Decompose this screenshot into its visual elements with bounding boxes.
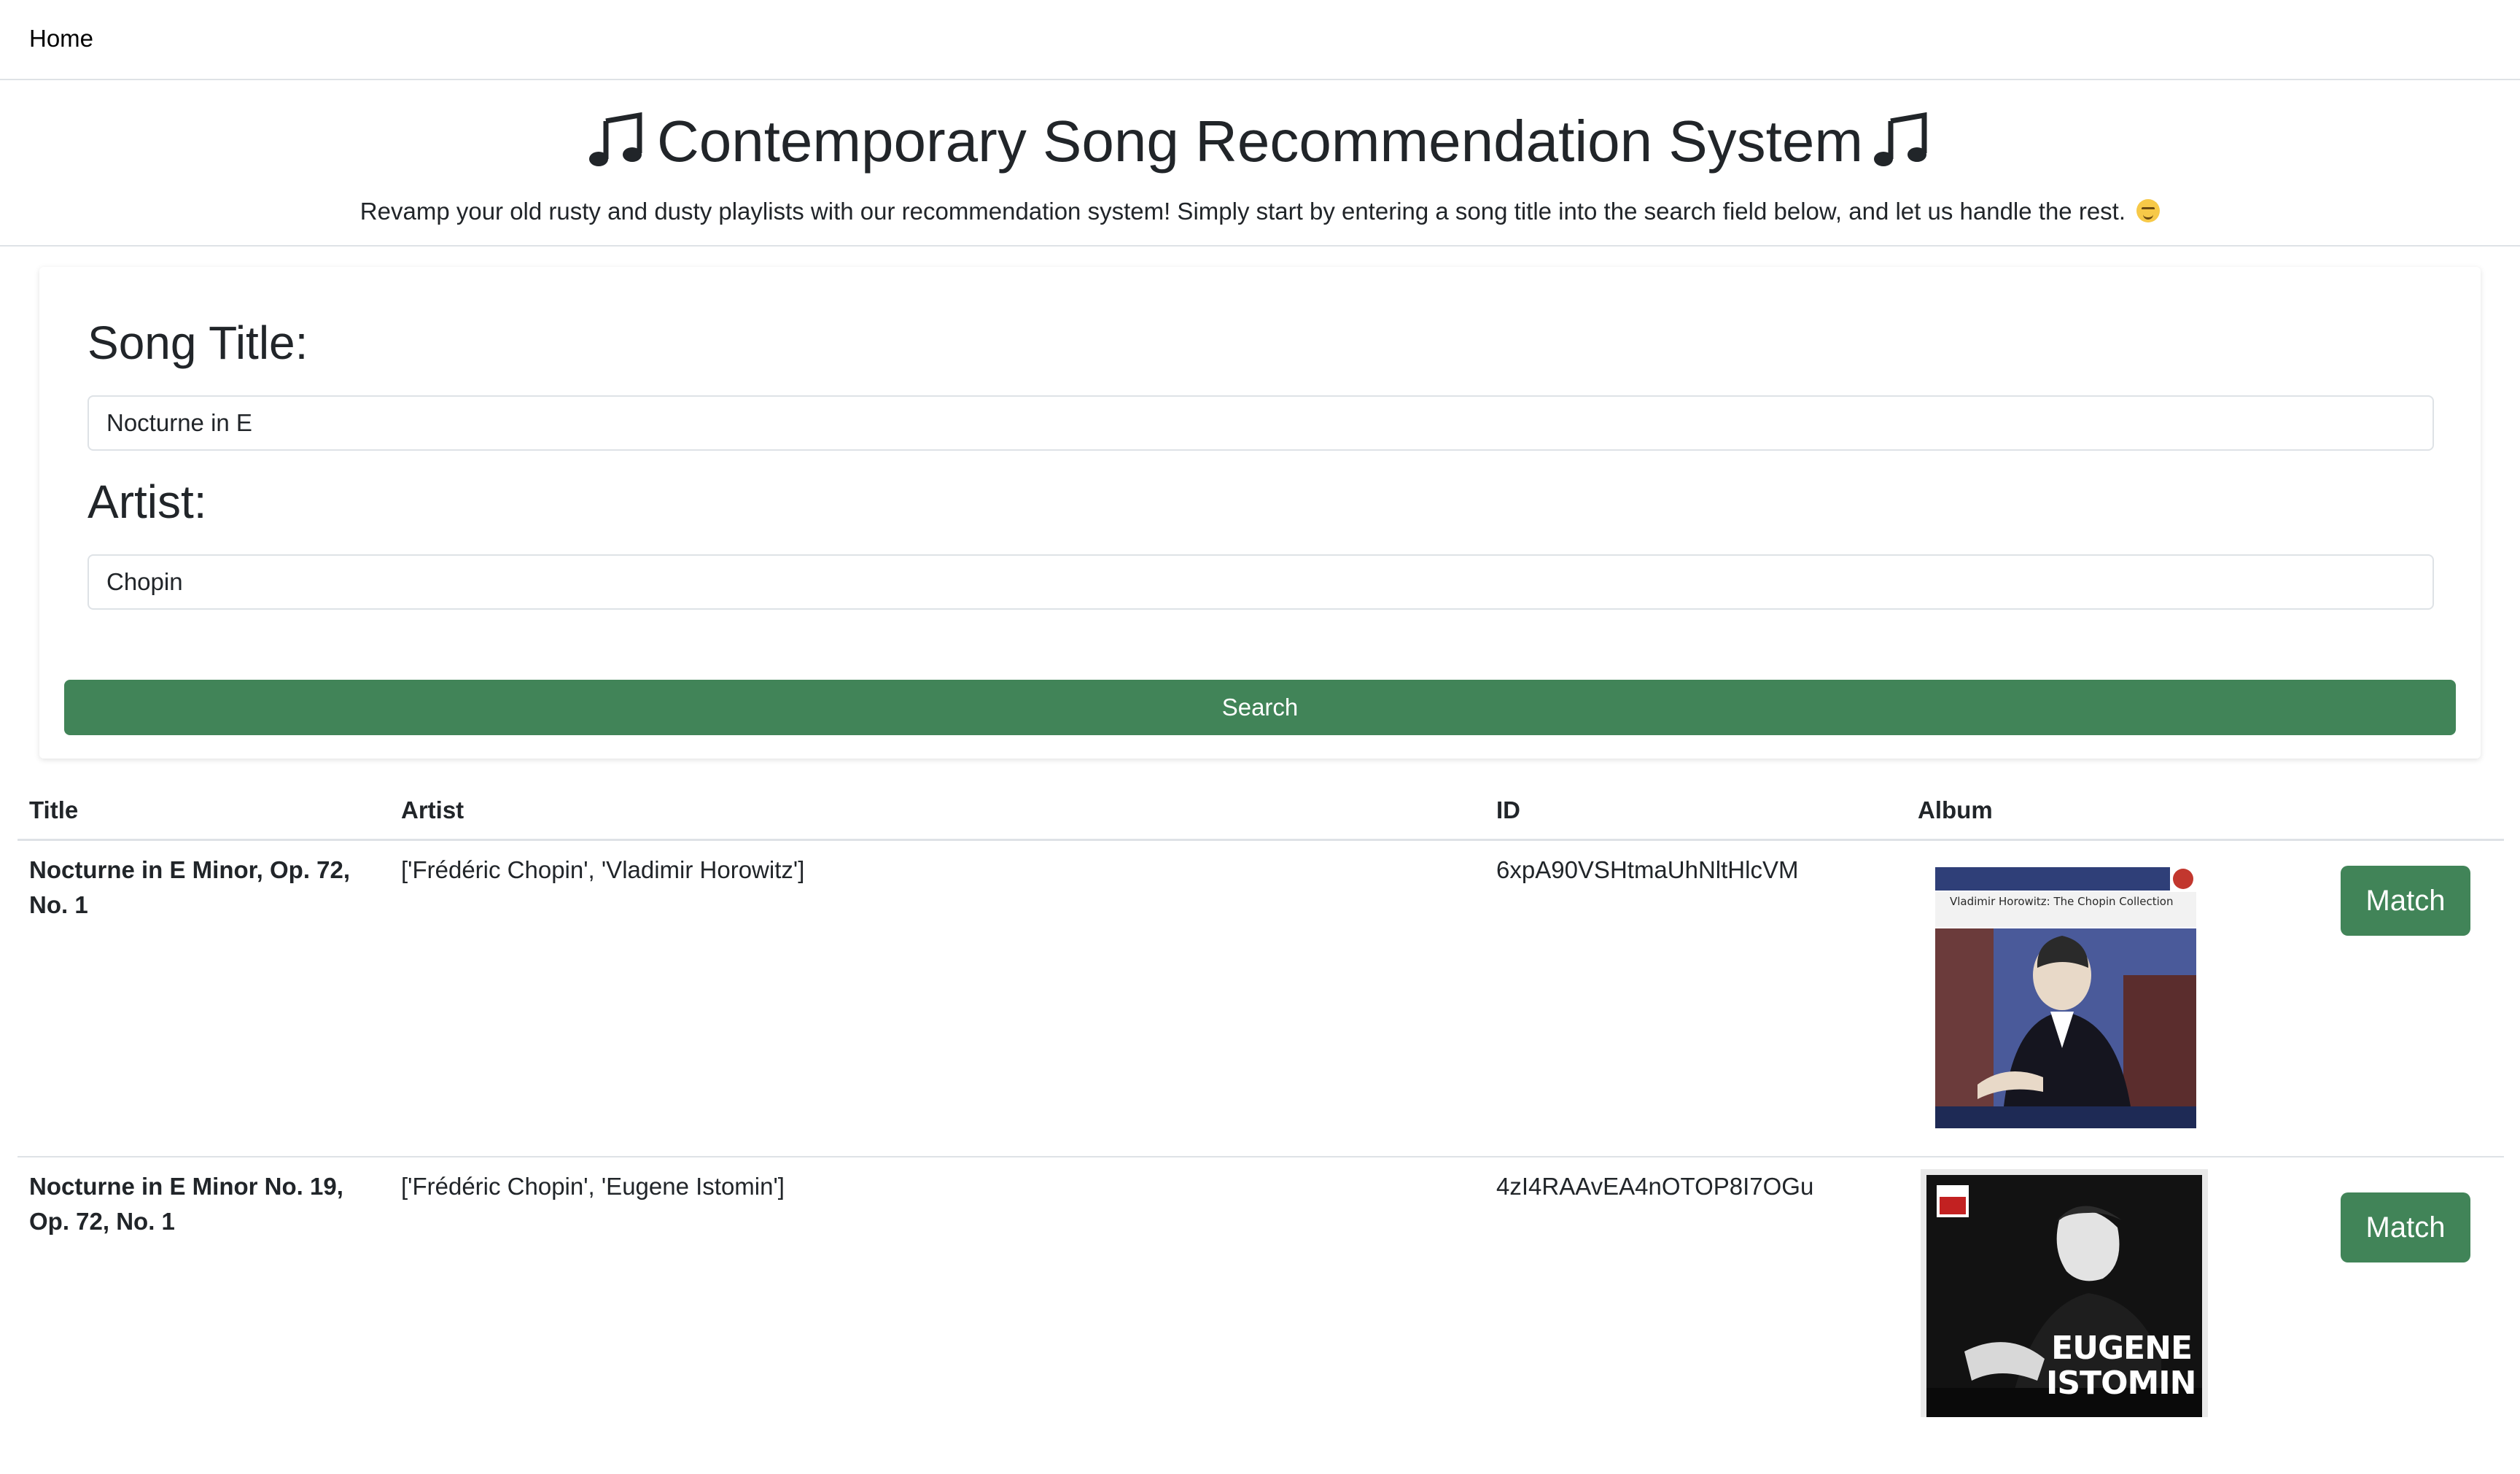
album-cover-image: EUGENE ISTOMIN [1921, 1169, 2208, 1417]
track-id-cell: 6xpA90VSHtmaUhNltHlcVM [1496, 856, 1799, 883]
album-cover-image: Vladimir Horowitz: The Chopin Collection [1934, 866, 2198, 1130]
search-button[interactable]: Search [64, 680, 2456, 735]
search-form-card: Song Title: Artist: Search [39, 267, 2481, 759]
album-cover-caption: EUGENE ISTOMIN [2046, 1330, 2196, 1402]
column-header-title: Title [29, 796, 79, 823]
artist-cell: ['Frédéric Chopin', 'Vladimir Horowitz'] [401, 856, 805, 883]
column-header-album: Album [1918, 796, 1993, 823]
page-subtitle-row: Revamp your old rusty and dusty playlist… [0, 190, 2520, 233]
song-title-cell: Nocturne in E Minor No. 19, Op. 72, No. … [29, 1173, 343, 1235]
page-header: Contemporary Song Recommendation System … [0, 80, 2520, 247]
match-button[interactable]: Match [2341, 1192, 2470, 1262]
page-subtitle: Revamp your old rusty and dusty playlist… [359, 198, 2126, 225]
song-title-input[interactable] [88, 395, 2434, 451]
music-note-icon [588, 112, 647, 171]
nav-home-link[interactable]: Home [29, 25, 93, 53]
column-header-artist: Artist [401, 796, 464, 823]
table-row: Nocturne in E Minor, Op. 72, No. 1 ['Fré… [18, 841, 2504, 1157]
album-cover-caption: Vladimir Horowitz: The Chopin Collection [1950, 895, 2174, 908]
artist-label: Artist: [88, 476, 207, 528]
song-title-cell: Nocturne in E Minor, Op. 72, No. 1 [29, 856, 351, 918]
page-title: Contemporary Song Recommendation System [656, 109, 1864, 174]
artist-cell: ['Frédéric Chopin', 'Eugene Istomin'] [401, 1173, 785, 1200]
artist-input[interactable] [88, 554, 2434, 610]
table-row: Nocturne in E Minor No. 19, Op. 72, No. … [18, 1157, 2504, 1474]
column-header-id: ID [1496, 796, 1520, 823]
match-button[interactable]: Match [2341, 866, 2470, 936]
music-note-icon [1873, 112, 1932, 171]
page-title-row: Contemporary Song Recommendation System [0, 105, 2520, 178]
smirk-emoji-icon [2136, 199, 2161, 223]
top-navbar: Home [0, 0, 2520, 80]
track-id-cell: 4zI4RAAvEA4nOTOP8I7OGu [1496, 1173, 1814, 1200]
song-title-label: Song Title: [88, 317, 308, 369]
